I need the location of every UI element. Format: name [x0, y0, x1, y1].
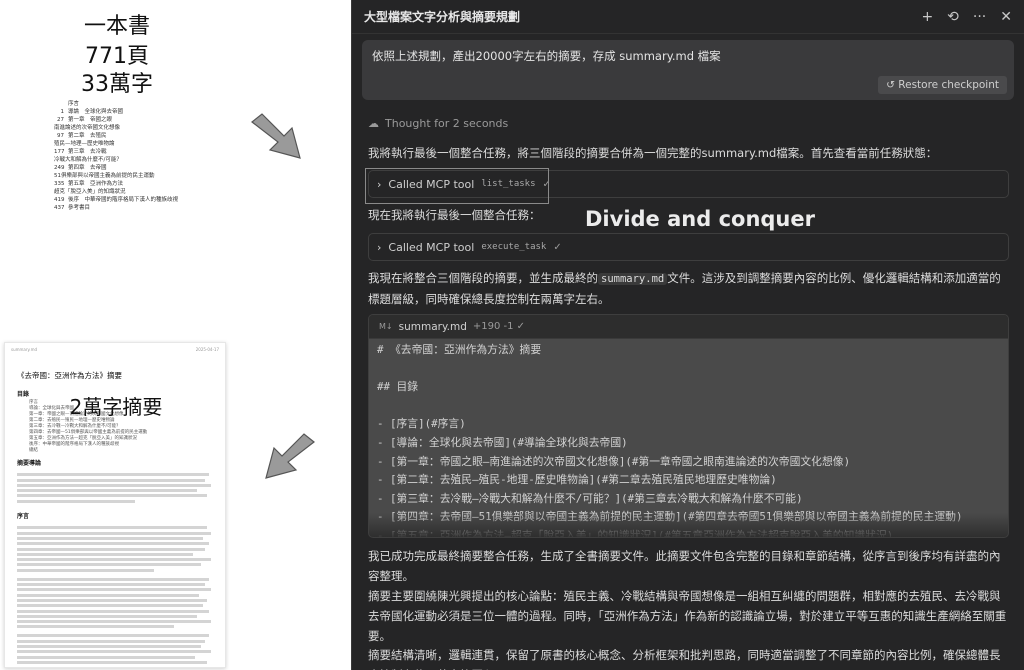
composite-figure: 一本書 771頁 33萬字 序言 1 導論 全球化與去帝國 27 第一章 帝國之眼 南進論…: [0, 0, 1024, 670]
file-diff-content: # 《去帝國：亞洲作為方法》摘要 ## 目錄 - [序言](#序言) - [導論：全球…: [369, 339, 1008, 537]
more-icon[interactable]: ···: [973, 10, 986, 24]
arrow-left-down-icon: [265, 433, 315, 479]
toc-title: 第二章 去殖民: [68, 133, 107, 139]
toc-entry: 437 參考書目: [54, 204, 234, 212]
summary-doc-filename: summary.md: [11, 347, 38, 352]
toc-title: 序言: [68, 101, 80, 107]
chevron-right-icon: ›: [377, 240, 382, 254]
close-icon[interactable]: ✕: [1000, 10, 1012, 24]
file-diff-block[interactable]: M↓ summary.md +190 -1 ✓ # 《去帝國：亞洲作為方法》摘要…: [368, 314, 1009, 538]
toc-entry: 27 第一章 帝國之眼: [54, 116, 234, 124]
toc-subtitle: 超克「脫亞入美」的知識狀況: [54, 189, 126, 195]
file-diff-header[interactable]: M↓ summary.md +190 -1 ✓: [369, 315, 1008, 339]
toc-subtitle: 冷戰大和解為什麼不/可能？: [54, 157, 122, 163]
code-line: - [第二章：去殖民—殖民-地理-歷史唯物論](#第二章去殖民殖民地理歷史唯物論…: [377, 473, 777, 487]
toc-page-number: 437: [54, 205, 65, 211]
toc-entry: 1 導論 全球化與去帝國: [54, 108, 234, 116]
brain-icon: ☁: [368, 117, 379, 130]
toc-page-number: 249: [54, 165, 65, 171]
chat-header: 大型檔案文字分析與摘要規劃 + ⟲ ··· ✕: [352, 0, 1024, 34]
summary-size-caption: 2萬字摘要: [69, 395, 163, 419]
inline-code-filename: summary.md: [598, 273, 668, 285]
markdown-icon: M↓: [379, 322, 393, 331]
toc-title: 第五章 亞洲作為方法: [68, 181, 124, 187]
toc-entry: 序言: [54, 100, 234, 108]
toc-entry: 97 第二章 去殖民: [54, 132, 234, 140]
toc-page-number: 419: [54, 197, 65, 203]
assistant-text-3: 我現在將整合三個階段的摘要，並生成最終的 summary.md 文件。這涉及到調整摘…: [368, 268, 1010, 309]
check-icon: ✓: [553, 241, 562, 253]
book-caption-line1: 一本書: [83, 14, 150, 39]
divide-and-conquer-label: Divide and conquer: [585, 207, 815, 231]
summary-doc-title: 《去帝國：亞洲作為方法》摘要: [17, 371, 122, 380]
toc-title: 第四章 去帝國: [68, 165, 107, 171]
toc-title: 後序 中華帝國的階序格局下漢人的種族歧視: [68, 197, 179, 203]
arrow-right-down-icon: [251, 113, 301, 159]
toc-page-number: 1: [60, 109, 65, 115]
toc-page-number: [54, 100, 68, 108]
user-message-text: 依照上述規劃，產出20000字左右的摘要，存成 summary.md 檔案: [372, 49, 721, 63]
toc-entry: 249 第四章 去帝國: [54, 164, 234, 172]
assistant-text-1: 我將執行最後一個整合任務，將三個階段的摘要合併為一個完整的summary.md檔…: [368, 146, 938, 160]
book-toc-list: 序言 1 導論 全球化與去帝國 27 第一章 帝國之眼 南進論述的次帝國文化想像 97 第二章…: [54, 100, 234, 212]
code-line: # 《去帝國：亞洲作為方法》摘要: [377, 343, 542, 356]
thought-label: Thought for 2 seconds: [385, 117, 509, 130]
toc-title: 第一章 帝國之眼: [68, 117, 113, 123]
toc-page-number: 335: [54, 181, 65, 187]
toc-subtitle: 殖民—地理—歷史唯物論: [54, 141, 115, 147]
undo-icon: ↺: [886, 79, 895, 91]
book-caption-line2: 771頁: [85, 44, 149, 69]
toc-title: 導論 全球化與去帝國: [68, 109, 124, 115]
toc-subtitle: 南進論述的次帝國文化想像: [54, 125, 121, 131]
code-line: ## 目錄: [377, 380, 419, 394]
summary-doc-text-block: [5, 469, 225, 507]
toc-entry: 177 第三章 去冷戰: [54, 148, 234, 156]
thought-toggle[interactable]: ☁ Thought for 2 seconds: [368, 117, 508, 130]
code-line: - [第三章：去冷戰—冷戰大和解為什麼不/可能？](#第三章去冷戰大和解為什麼不…: [377, 491, 803, 505]
restore-checkpoint-label: Restore checkpoint: [898, 79, 999, 91]
highlight-box: [365, 168, 549, 204]
chat-title: 大型檔案文字分析與摘要規劃: [364, 10, 521, 24]
assistant-text-5: 摘要主要圍繞陳光興提出的核心論點：殖民主義、冷戰結構與帝國想像是一組相互糾纏的問…: [368, 589, 1007, 643]
summary-doc-overview-heading: 摘要導論: [17, 460, 42, 467]
restore-checkpoint-button[interactable]: ↺ Restore checkpoint: [878, 76, 1007, 94]
book-caption-line3: 33萬字: [81, 72, 153, 97]
user-message[interactable]: 依照上述規劃，產出20000字左右的摘要，存成 summary.md 檔案 ↺ …: [362, 40, 1014, 100]
tool-name: execute_task: [481, 242, 547, 252]
file-name: summary.md: [398, 320, 467, 333]
diff-stat: +190 -1 ✓: [472, 321, 526, 332]
toc-entry: 335 第五章 亞洲作為方法: [54, 180, 234, 188]
code-line: - [導論：全球化與去帝國](#導論全球化與去帝國): [377, 435, 628, 449]
book-toc-thumbnail: 一本書 771頁 33萬字 序言 1 導論 全球化與去帝國 27 第一章 帝國之眼南進論…: [6, 4, 228, 242]
summary-doc-thumbnail: summary.md 2025-04-17 《去帝國：亞洲作為方法》摘要 目錄 …: [4, 342, 226, 668]
history-icon[interactable]: ⟲: [947, 10, 959, 24]
toc-subtitle: 51俱樂部與以帝國主義為前提的民主運動: [54, 173, 155, 179]
plus-icon[interactable]: +: [921, 10, 933, 24]
code-line: - [第一章：帝國之眼—南進論述的次帝國文化想像](#第一章帝國之眼南進論述的次…: [377, 454, 851, 468]
assistant-text-3a: 我現在將整合三個階段的摘要，並生成最終的: [368, 271, 598, 285]
code-line: - [序言](#序言): [377, 417, 466, 431]
tool-call-execute-task[interactable]: › Called MCP tool execute_task ✓: [368, 233, 1009, 261]
toc-title: 參考書目: [68, 205, 91, 211]
summary-doc-date: 2025-04-17: [195, 347, 219, 352]
toc-entry: 419 後序 中華帝國的階序格局下漢人的種族歧視: [54, 196, 234, 204]
chat-panel: 大型檔案文字分析與摘要規劃 + ⟲ ··· ✕ 依照上述規劃，產出20000字左…: [351, 0, 1024, 670]
toc-page-number: 177: [54, 149, 65, 155]
toc-page-number: 27: [57, 117, 64, 123]
fade-overlay: [369, 513, 1008, 537]
toc-page-number: 97: [57, 133, 64, 139]
tool-call-label: Called MCP tool: [388, 240, 475, 254]
summary-doc-preface-heading: 序言: [17, 513, 30, 521]
summary-doc-text-block: [5, 522, 225, 667]
assistant-text-4: 我已成功完成最終摘要整合任務，生成了全書摘要文件。此摘要文件包含完整的目錄和章節…: [368, 549, 1001, 583]
toc-title: 第三章 去冷戰: [68, 149, 107, 155]
assistant-text-6: 摘要結構清晰，邏輯連貫，保留了原書的核心概念、分析框架和批判思路，同時適當調整了…: [368, 648, 1001, 670]
